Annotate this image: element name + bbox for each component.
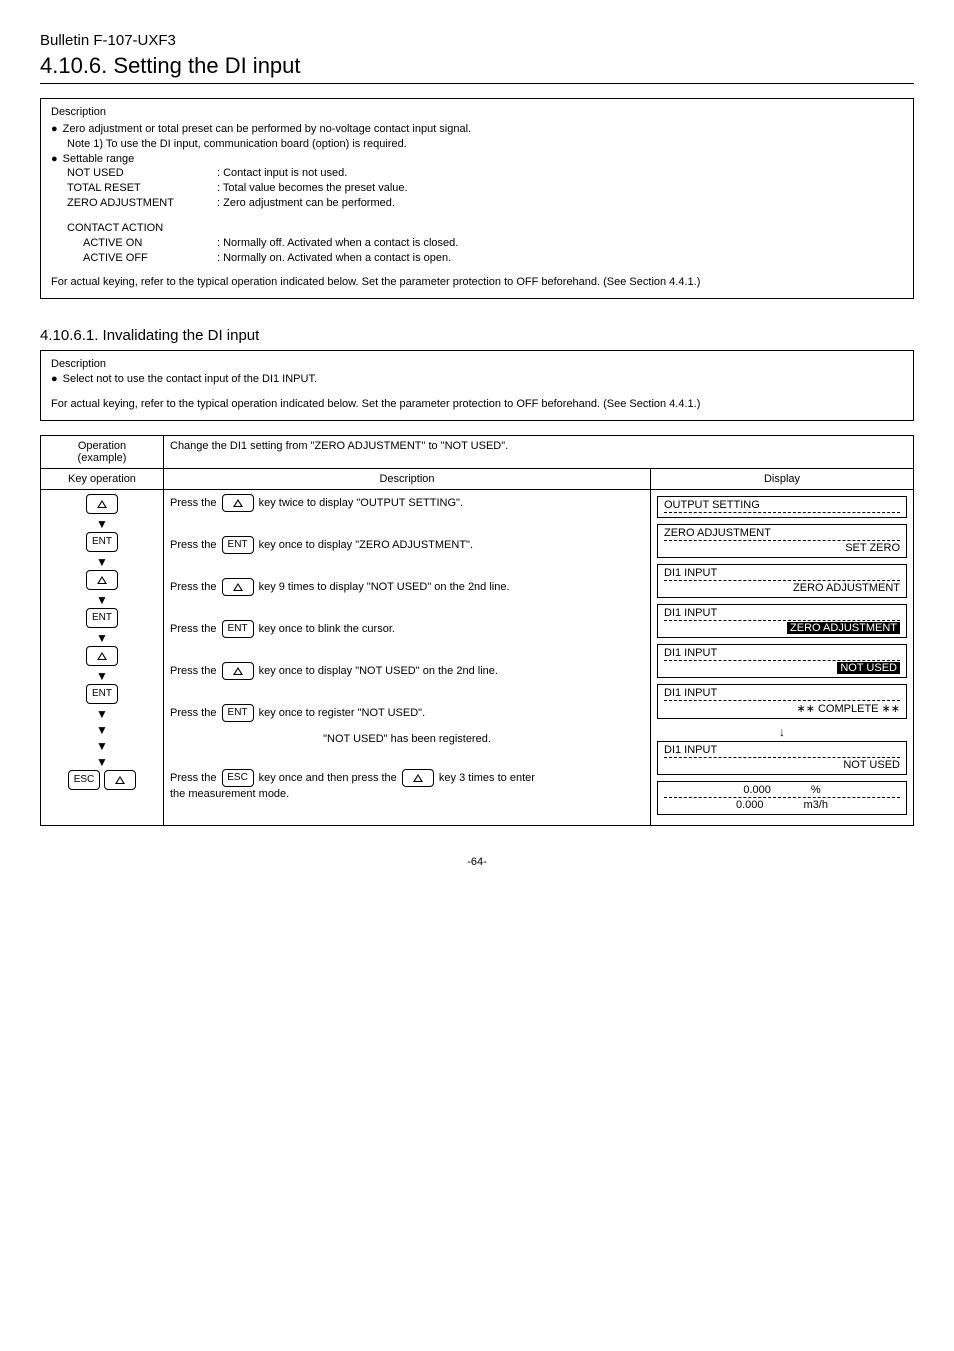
range-not-used: NOT USED: Contact input is not used. — [51, 166, 903, 181]
ent-key-icon: ENT — [86, 532, 118, 552]
up-key-icon — [86, 570, 118, 590]
ent-key-icon: ENT — [222, 704, 254, 722]
ent-key-icon: ENT — [222, 536, 254, 554]
page-number: -64- — [40, 856, 914, 868]
flow-arrow-icon: ▼ — [96, 756, 108, 768]
operation-table: Operation (example) Change the DI1 setti… — [40, 435, 914, 826]
op-example-header: Operation (example) — [41, 435, 164, 468]
description-label: Description — [51, 105, 903, 120]
step-final-desc-2: the measurement mode. — [170, 787, 644, 802]
display-di1-notused: DI1 INPUT NOT USED — [657, 741, 907, 775]
contact-action-title: CONTACT ACTION — [67, 221, 903, 236]
desc-col: Press the key twice to display "OUTPUT S… — [164, 489, 651, 825]
step-final-desc: Press the ESC key once and then press th… — [170, 769, 644, 787]
display-complete: DI1 INPUT ∗∗ COMPLETE ∗∗ — [657, 684, 907, 719]
ent-key-icon: ENT — [222, 620, 254, 638]
up-key-icon — [86, 494, 118, 514]
esc-key-icon: ESC — [222, 769, 254, 787]
flow-arrow-icon: ▼ — [96, 708, 108, 720]
up-key-icon — [222, 578, 254, 596]
contact-active-off: ACTIVE OFF: Normally on. Activated when … — [67, 251, 903, 266]
up-key-icon — [222, 494, 254, 512]
desc-header: Description — [164, 468, 651, 489]
range-total-reset: TOTAL RESET: Total value becomes the pre… — [51, 181, 903, 196]
key-op-header: Key operation — [41, 468, 164, 489]
step-5-desc: Press the key once to display "NOT USED"… — [170, 662, 644, 680]
display-zero-adjustment: ZERO ADJUSTMENT SET ZERO — [657, 524, 907, 558]
subsection-title: 4.10.6.1. Invalidating the DI input — [40, 327, 914, 344]
step-1-desc: Press the key twice to display "OUTPUT S… — [170, 494, 644, 512]
desc-footnote: For actual keying, refer to the typical … — [51, 275, 903, 290]
section-title: 4.10.6. Setting the DI input — [40, 53, 914, 84]
key-col: ▼ ENT ▼ ▼ ENT ▼ ▼ ENT ▼ ▼ ▼ ▼ ESC — [41, 489, 164, 825]
settable-range-label: ● Settable range — [51, 152, 903, 167]
step-3-desc: Press the key 9 times to display "NOT US… — [170, 578, 644, 596]
sub-desc-label: Description — [51, 357, 903, 372]
step-2-desc: Press the ENT key once to display "ZERO … — [170, 536, 644, 554]
flow-arrow-icon: ▼ — [96, 594, 108, 606]
sub-desc-bullet: ● Select not to use the contact input of… — [51, 372, 903, 387]
sub-desc-footnote: For actual keying, refer to the typical … — [51, 397, 903, 412]
disp-header: Display — [651, 468, 914, 489]
registered-text: "NOT USED" has been registered. — [170, 732, 644, 747]
down-arrow-icon: ↓ — [657, 725, 907, 739]
step-6-desc: Press the ENT key once to register "NOT … — [170, 704, 644, 722]
display-output-setting: OUTPUT SETTING — [657, 496, 907, 518]
change-text: Change the DI1 setting from "ZERO ADJUST… — [164, 435, 914, 468]
display-di1-notused-inv: DI1 INPUT NOT USED — [657, 644, 907, 678]
up-key-icon — [402, 769, 434, 787]
ent-key-icon: ENT — [86, 608, 118, 628]
desc-bullet-1: ● Zero adjustment or total preset can be… — [51, 122, 903, 137]
disp-col: OUTPUT SETTING ZERO ADJUSTMENT SET ZERO … — [651, 489, 914, 825]
flow-arrow-icon: ▼ — [96, 556, 108, 568]
flow-arrow-icon: ▼ — [96, 724, 108, 736]
flow-arrow-icon: ▼ — [96, 518, 108, 530]
up-key-icon — [104, 770, 136, 790]
range-zero-adj: ZERO ADJUSTMENT: Zero adjustment can be … — [51, 196, 903, 211]
display-di1-zero: DI1 INPUT ZERO ADJUSTMENT — [657, 564, 907, 598]
flow-arrow-icon: ▼ — [96, 670, 108, 682]
sub-description-box: Description ● Select not to use the cont… — [40, 350, 914, 421]
esc-key-icon: ESC — [68, 770, 100, 790]
description-box: Description ● Zero adjustment or total p… — [40, 98, 914, 299]
up-key-icon — [86, 646, 118, 666]
bulletin-header: Bulletin F-107-UXF3 — [40, 32, 914, 49]
desc-note1: Note 1) To use the DI input, communicati… — [67, 137, 903, 152]
up-key-icon — [222, 662, 254, 680]
flow-arrow-icon: ▼ — [96, 740, 108, 752]
display-di1-zero-inv: DI1 INPUT ZERO ADJUSTMENT — [657, 604, 907, 638]
ent-key-icon: ENT — [86, 684, 118, 704]
contact-action-block: CONTACT ACTION ACTIVE ON: Normally off. … — [67, 221, 903, 266]
display-measurement: 0.000 % 0.000 m3/h — [657, 781, 907, 815]
contact-active-on: ACTIVE ON: Normally off. Activated when … — [67, 236, 903, 251]
step-4-desc: Press the ENT key once to blink the curs… — [170, 620, 644, 638]
flow-arrow-icon: ▼ — [96, 632, 108, 644]
